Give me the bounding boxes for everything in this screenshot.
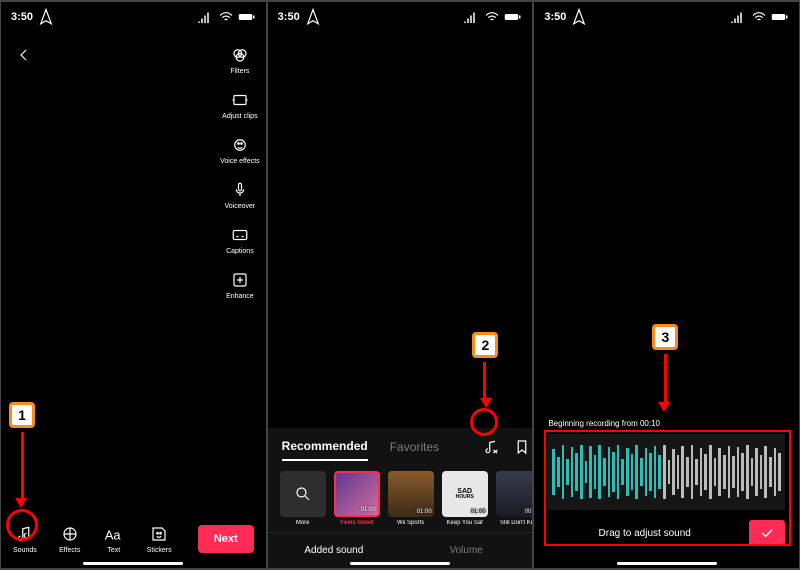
wifi-icon: [483, 8, 501, 26]
annotation-arrow: [664, 354, 667, 404]
status-bar: 3:50: [1, 2, 266, 28]
text-icon: Aa: [103, 523, 125, 545]
location-icon: [570, 8, 588, 26]
status-time: 3:50: [278, 11, 300, 23]
back-button[interactable]: [15, 46, 33, 69]
btool-text[interactable]: Aa Text: [103, 523, 125, 554]
screen-sound-picker: 3:50 Recommended Favorites: [268, 2, 533, 568]
location-icon: [304, 8, 322, 26]
home-indicator[interactable]: [83, 562, 183, 565]
annotation-rect: [544, 430, 791, 546]
annotation-arrow: [21, 432, 24, 500]
status-icons: [729, 8, 789, 26]
signal-icon: [729, 8, 747, 26]
captions-icon: [231, 226, 249, 244]
step-badge-3: 3: [652, 324, 678, 350]
battery-icon: [238, 8, 256, 26]
battery-icon: [504, 8, 522, 26]
step-badge-1: 1: [9, 402, 35, 428]
signal-icon: [462, 8, 480, 26]
voice-effects-icon: [231, 136, 249, 154]
adjust-clips-icon: [231, 91, 249, 109]
sound-tabs: Recommended Favorites: [268, 438, 533, 461]
search-icon: [294, 485, 312, 503]
tool-captions[interactable]: Captions: [226, 224, 254, 255]
tool-voiceover[interactable]: Voiceover: [225, 179, 256, 210]
music-trim-icon: [483, 438, 501, 456]
status-time: 3:50: [11, 11, 33, 23]
tab-recommended[interactable]: Recommended: [282, 439, 368, 461]
tool-enhance[interactable]: Enhance: [226, 269, 254, 300]
recording-start-label: Beginning recording from 00:10: [548, 419, 785, 428]
sound-panel: Recommended Favorites More 01:00 Feels G…: [268, 428, 533, 568]
bookmark-icon: [513, 438, 531, 456]
filters-icon: [231, 46, 249, 64]
tool-adjust-clips[interactable]: Adjust clips: [222, 89, 257, 120]
location-icon: [37, 8, 55, 26]
tab-favorites[interactable]: Favorites: [390, 440, 439, 460]
step-badge-2: 2: [472, 332, 498, 358]
tool-filters[interactable]: Filters: [229, 44, 251, 75]
status-time: 3:50: [544, 11, 566, 23]
home-indicator[interactable]: [350, 562, 450, 565]
track-keep-you-safe[interactable]: SADHOURS01:00 Keep You Saf: [442, 471, 488, 526]
editor-bottom-bar: Sounds Effects Aa Text Stickers Next: [1, 523, 266, 554]
microphone-icon: [231, 181, 249, 199]
battery-icon: [771, 8, 789, 26]
track-feels-good[interactable]: 01:00 Feels Good: [334, 471, 380, 526]
wifi-icon: [750, 8, 768, 26]
btool-effects[interactable]: Effects: [59, 523, 81, 554]
annotation-arrow-head: [480, 398, 492, 408]
tool-voice-effects[interactable]: Voice effects: [220, 134, 260, 165]
trim-sound-button[interactable]: [483, 438, 501, 461]
track-still-dont-know[interactable]: 00:32 Still Don't Kno: [496, 471, 533, 526]
annotation-circle: [6, 509, 38, 541]
annotation-arrow-head: [15, 498, 27, 508]
enhance-icon: [231, 271, 249, 289]
status-bar: 3:50: [534, 2, 799, 28]
screen-adjust-sound: 3:50 Beginning recording from 00:10 Drag…: [534, 2, 799, 568]
stickers-icon: [150, 525, 168, 543]
track-wii-sports[interactable]: 01:00 Wii Sports: [388, 471, 434, 526]
editor-tool-column: Filters Adjust clips Voice effects Voice…: [220, 44, 260, 300]
track-search[interactable]: More: [280, 471, 326, 526]
effects-icon: [61, 525, 79, 543]
bookmark-button[interactable]: [513, 438, 531, 461]
screen-editor: 3:50 Filters Adjust clips Voice effects …: [1, 2, 266, 568]
next-button[interactable]: Next: [198, 525, 254, 553]
btool-stickers[interactable]: Stickers: [147, 523, 172, 554]
svg-text:Aa: Aa: [105, 528, 122, 543]
status-icons: [462, 8, 522, 26]
annotation-arrow: [483, 362, 486, 400]
chevron-left-icon: [15, 46, 33, 64]
status-bar: 3:50: [268, 2, 533, 28]
tracks-row[interactable]: More 01:00 Feels Good 01:00 Wii Sports S…: [268, 461, 533, 532]
wifi-icon: [217, 8, 235, 26]
home-indicator[interactable]: [617, 562, 717, 565]
status-icons: [196, 8, 256, 26]
signal-icon: [196, 8, 214, 26]
annotation-arrow-head: [658, 402, 670, 412]
